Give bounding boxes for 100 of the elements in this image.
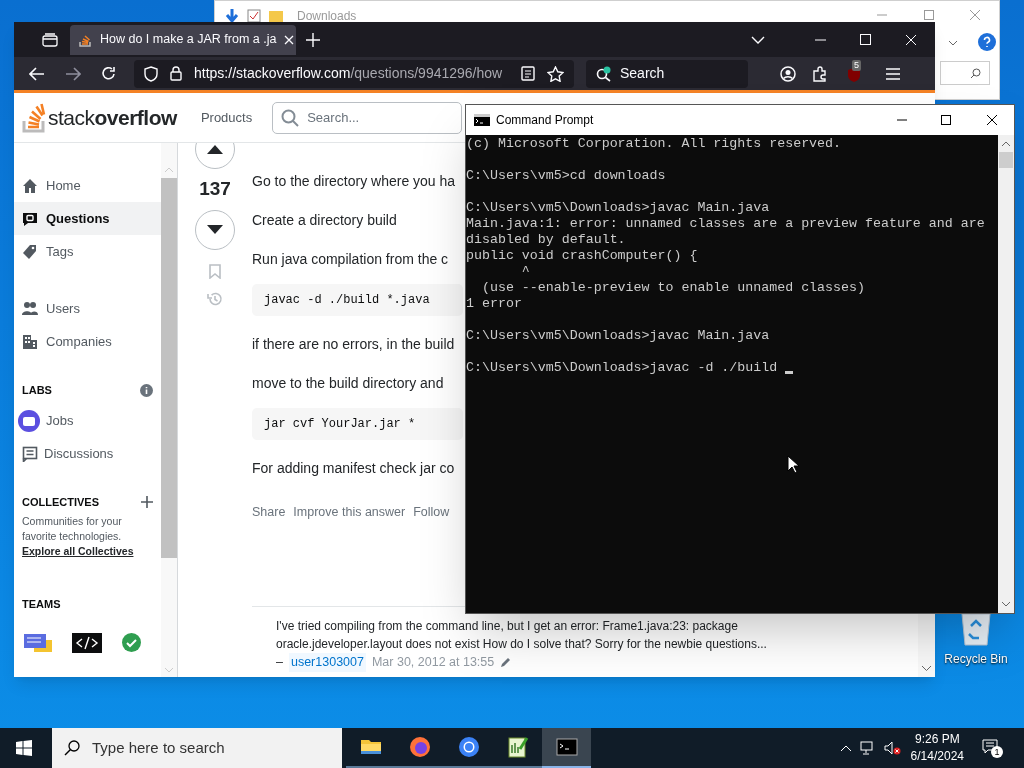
search-field[interactable]	[940, 61, 990, 85]
star-icon[interactable]	[547, 65, 564, 82]
search-field[interactable]: Type here to search	[52, 728, 342, 768]
comment-dash: –	[276, 653, 283, 671]
explore-collectives-link[interactable]: Explore all Collectives	[14, 544, 161, 558]
terminal-line: C:\Users\vm5\Downloads>javac Main.java	[466, 328, 770, 344]
triangle-up-icon	[207, 144, 223, 154]
scroll-down-icon[interactable]	[1002, 602, 1010, 607]
terminal-line: C:\Users\vm5>cd downloads	[466, 168, 666, 184]
windows-logo-icon[interactable]	[16, 740, 32, 756]
notepad-icon	[505, 735, 530, 759]
vote-count: 137	[199, 177, 231, 201]
tag-icon	[22, 243, 38, 260]
answer-paragraph: Run java compilation from the c	[252, 250, 449, 269]
browser-tab[interactable]: How do I make a JAR from a .ja	[70, 24, 296, 55]
mouse-pointer-icon	[787, 455, 799, 474]
menu-icon[interactable]	[886, 67, 900, 80]
stack-logo-icon	[22, 102, 46, 133]
chevron-up-icon[interactable]	[839, 744, 852, 752]
site-logo-text[interactable]: stackoverflow	[48, 101, 177, 134]
scrollbar-thumb[interactable]	[999, 152, 1013, 168]
tab-title: How do I make a JAR from a .ja	[100, 31, 277, 49]
new-tab-icon[interactable]	[306, 32, 320, 47]
maximize-icon[interactable]	[941, 115, 951, 125]
search-placeholder: Search...	[307, 108, 360, 127]
section-heading: LABS	[22, 382, 52, 398]
lock-icon	[170, 66, 182, 81]
speech-bubble-icon	[22, 210, 38, 227]
tab-list-icon[interactable]	[42, 32, 58, 47]
notification-count: 1	[991, 746, 1003, 758]
terminal-line: (use --enable-preview to enable unnamed classes)	[480, 280, 865, 296]
search-icon	[596, 65, 612, 82]
nav-item[interactable]: Jobs	[14, 404, 161, 437]
collectives-description: Communities for your favorite technologies.	[21, 514, 123, 544]
pencil-icon[interactable]	[500, 656, 512, 668]
users-icon	[22, 300, 38, 317]
terminal-line: C:\Users\vm5\Downloads>javac -d ./build	[466, 360, 779, 376]
terminal-line: ^	[520, 264, 530, 280]
terminal-icon	[554, 735, 579, 759]
notification-icon[interactable]	[982, 739, 998, 754]
chat-cards-icon[interactable]	[24, 633, 52, 652]
back-arrow-icon[interactable]	[29, 66, 45, 81]
nav-item[interactable]: Discussions	[14, 437, 161, 470]
folder-icon	[269, 10, 283, 22]
reload-icon[interactable]	[101, 66, 116, 81]
desktop-icon-label: Recycle Bin	[944, 651, 1008, 668]
message-icon	[22, 445, 38, 462]
terminal-line: (c) Microsoft Corporation. All rights reserved.	[466, 136, 842, 152]
reader-view-icon[interactable]	[521, 66, 535, 81]
terminal-line: C:\Users\vm5\Downloads>javac Main.java	[466, 200, 770, 216]
scrollbar-thumb[interactable]	[161, 178, 177, 558]
fox-globe-icon	[407, 735, 432, 759]
shield-icon	[144, 65, 158, 82]
help-icon[interactable]	[978, 33, 996, 51]
nav-item[interactable]: Home	[14, 169, 161, 202]
section-heading: TEAMS	[21, 597, 62, 612]
checkmark-icon[interactable]	[122, 633, 141, 652]
section-heading: COLLECTIVES	[22, 494, 99, 510]
info-icon[interactable]	[140, 383, 153, 397]
comment-date: Mar 30, 2012 at 13:55	[371, 653, 495, 671]
nav-item[interactable]: Questions	[14, 202, 161, 235]
forward-arrow-icon[interactable]	[65, 66, 81, 81]
home-icon	[22, 177, 38, 194]
search-field[interactable]: Search...	[272, 101, 463, 134]
triangle-down-icon	[207, 225, 223, 234]
browser-circle-icon	[456, 735, 481, 759]
answer-paragraph: For adding manifest check jar co	[252, 459, 455, 478]
puzzle-piece-icon[interactable]	[812, 65, 828, 82]
terminal-line: public void crashComputer() {	[466, 248, 698, 264]
network-icon[interactable]	[859, 741, 876, 755]
extension-badge: 5	[852, 59, 861, 71]
url-text: https://stackoverflow.com/questions/9941296/how	[194, 64, 504, 83]
taskbar-app-button[interactable]	[542, 728, 591, 768]
scroll-down-icon[interactable]	[922, 666, 931, 671]
nav-item[interactable]: Users	[14, 292, 161, 325]
products-link[interactable]: Products	[200, 107, 253, 128]
clock[interactable]: 9:26 PM 6/14/2024	[910, 731, 964, 765]
terminal-icon	[474, 114, 490, 126]
user-link[interactable]: user1303007	[288, 652, 366, 672]
answer-action-link[interactable]: Share	[252, 503, 286, 522]
search-icon	[281, 108, 300, 127]
speaker-muted-icon[interactable]	[883, 741, 901, 755]
account-icon[interactable]	[780, 65, 796, 82]
briefcase-icon	[18, 409, 40, 432]
scroll-up-icon[interactable]	[1002, 141, 1010, 146]
code-icon[interactable]	[72, 632, 102, 653]
nav-item[interactable]: Tags	[14, 235, 161, 268]
comment-text: I've tried compiling from the command line, but I get an error: Frame1.java:23: package oracle.jdeveloper.layout does not exist How do I solve that? Sorry for the newbie questions...	[276, 617, 768, 653]
terminal-line: disabled by default.	[466, 232, 626, 248]
answer-action-link[interactable]: Improve this answer	[293, 503, 406, 522]
answer-paragraph: Go to the directory where you ha	[252, 172, 456, 191]
code-block: javac -d ./build *.java	[252, 284, 463, 316]
answer-action-link[interactable]: Follow	[413, 503, 450, 522]
nav-item[interactable]: Companies	[14, 325, 161, 358]
search-field[interactable]: Search	[586, 59, 748, 88]
address-bar[interactable]: https://stackoverflow.com/questions/9941296/how	[134, 59, 574, 88]
terminal-line: 1 error	[466, 296, 522, 312]
close-icon[interactable]	[986, 114, 998, 126]
search-placeholder: Search	[620, 64, 665, 83]
plus-icon[interactable]	[141, 496, 153, 508]
